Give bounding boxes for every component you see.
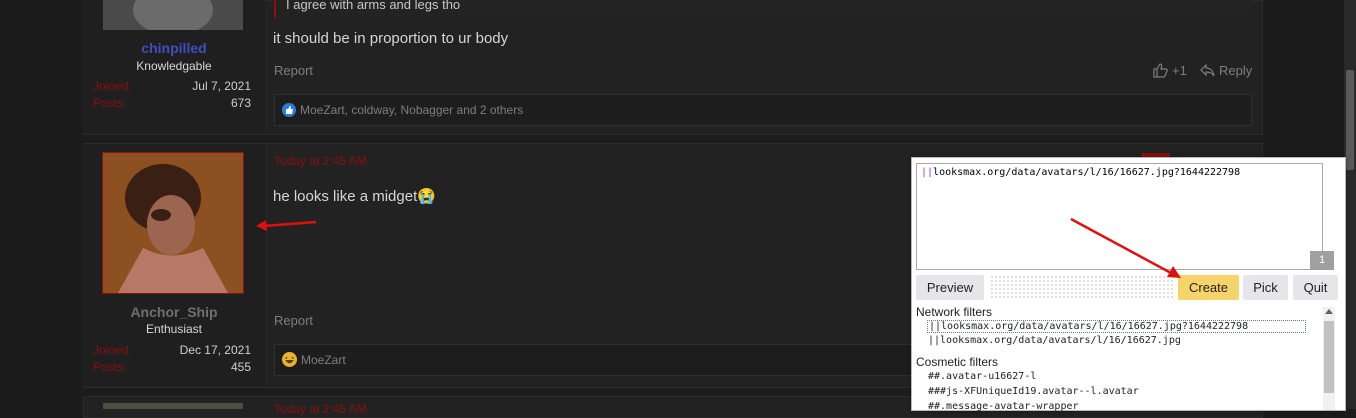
user-title: Knowledgable bbox=[136, 59, 212, 73]
scroll-up-icon[interactable] bbox=[1325, 309, 1333, 314]
username-chinpilled[interactable]: chinpilled bbox=[83, 40, 265, 56]
page-scrollbar-thumb[interactable] bbox=[1346, 70, 1354, 170]
preview-button[interactable]: Preview bbox=[916, 275, 984, 300]
reactions-list[interactable]: MoeZart bbox=[301, 353, 346, 367]
like-reaction-icon bbox=[282, 103, 296, 117]
post-timestamp[interactable]: Today at 2:45 AM bbox=[274, 154, 367, 168]
reply-button[interactable]: Reply bbox=[1200, 62, 1252, 78]
create-button[interactable]: Create bbox=[1178, 275, 1239, 300]
quote-text: I agree with arms and legs tho bbox=[286, 0, 461, 12]
message-body: he looks like a midget😭 bbox=[273, 188, 436, 205]
network-filter-item[interactable]: ||looksmax.org/data/avatars/l/16/16627.j… bbox=[928, 335, 1181, 346]
reactions-list[interactable]: MoeZart, coldway, Nobagger and 2 others bbox=[300, 103, 523, 117]
reactions-bar[interactable]: MoeZart, coldway, Nobagger and 2 others bbox=[274, 94, 1252, 126]
annotation-arrow-create bbox=[1070, 217, 1181, 278]
like-count: +1 bbox=[1172, 62, 1187, 78]
avatar-anchor-ship[interactable] bbox=[102, 152, 244, 294]
joined-label: Joined: bbox=[93, 79, 132, 93]
filter-anchor: || bbox=[921, 167, 934, 178]
cosmetic-filter-item[interactable]: ##.message-avatar-wrapper bbox=[928, 401, 1079, 412]
cosmetic-filter-item[interactable]: ##.avatar-u16627-l bbox=[928, 371, 1036, 382]
user-title: Enthusiast bbox=[145, 322, 203, 336]
cosmetic-filters-heading: Cosmetic filters bbox=[916, 355, 999, 369]
posts-value: 455 bbox=[230, 360, 251, 374]
avatar-next[interactable] bbox=[103, 403, 243, 409]
match-count: 1 bbox=[1310, 251, 1334, 270]
pick-button[interactable]: Pick bbox=[1243, 275, 1288, 300]
reply-icon bbox=[1200, 63, 1215, 77]
cosmetic-filter-item[interactable]: ###js-XFUniqueId19.avatar--l.avatar bbox=[928, 386, 1139, 397]
filter-text: looksmax.org/data/avatars/l/16/16627.jpg… bbox=[933, 167, 1241, 178]
filter-list-scrollbar[interactable] bbox=[1323, 307, 1335, 410]
like-button[interactable]: +1 bbox=[1152, 62, 1187, 78]
reply-label: Reply bbox=[1219, 62, 1253, 78]
element-picker-panel: ||looksmax.org/data/avatars/l/16/16627.j… bbox=[911, 157, 1346, 412]
thumbs-up-icon bbox=[1153, 63, 1168, 78]
avatar-image bbox=[103, 0, 243, 35]
joined-label: Joined: bbox=[93, 343, 132, 357]
report-link[interactable]: Report bbox=[274, 313, 313, 328]
avatar-image bbox=[103, 153, 243, 293]
network-filters-heading: Network filters bbox=[916, 305, 993, 319]
quit-button[interactable]: Quit bbox=[1293, 275, 1338, 300]
scrollbar-thumb[interactable] bbox=[1324, 321, 1334, 393]
report-link[interactable]: Report bbox=[274, 63, 313, 78]
quote-block: I agree with arms and legs tho bbox=[274, 0, 1252, 18]
avatar-chinpilled[interactable] bbox=[103, 0, 243, 35]
joined-value: Jul 7, 2021 bbox=[192, 79, 251, 93]
reactions-bar[interactable]: MoeZart bbox=[274, 344, 916, 376]
posts-value: 673 bbox=[230, 96, 251, 110]
username-anchor-ship[interactable]: Anchor_Ship bbox=[83, 304, 265, 320]
post-timestamp[interactable]: Today at 2:45 AM bbox=[274, 402, 367, 416]
message-body: it should be in proportion to ur body bbox=[273, 30, 509, 47]
network-filter-item[interactable]: ||looksmax.org/data/avatars/l/16/16627.j… bbox=[927, 320, 1306, 333]
haha-reaction-icon bbox=[282, 352, 297, 367]
posts-label: Posts: bbox=[93, 96, 127, 110]
joined-value: Dec 17, 2021 bbox=[179, 343, 251, 357]
posts-label: Posts: bbox=[93, 360, 127, 374]
annotation-arrow-left bbox=[256, 220, 317, 231]
